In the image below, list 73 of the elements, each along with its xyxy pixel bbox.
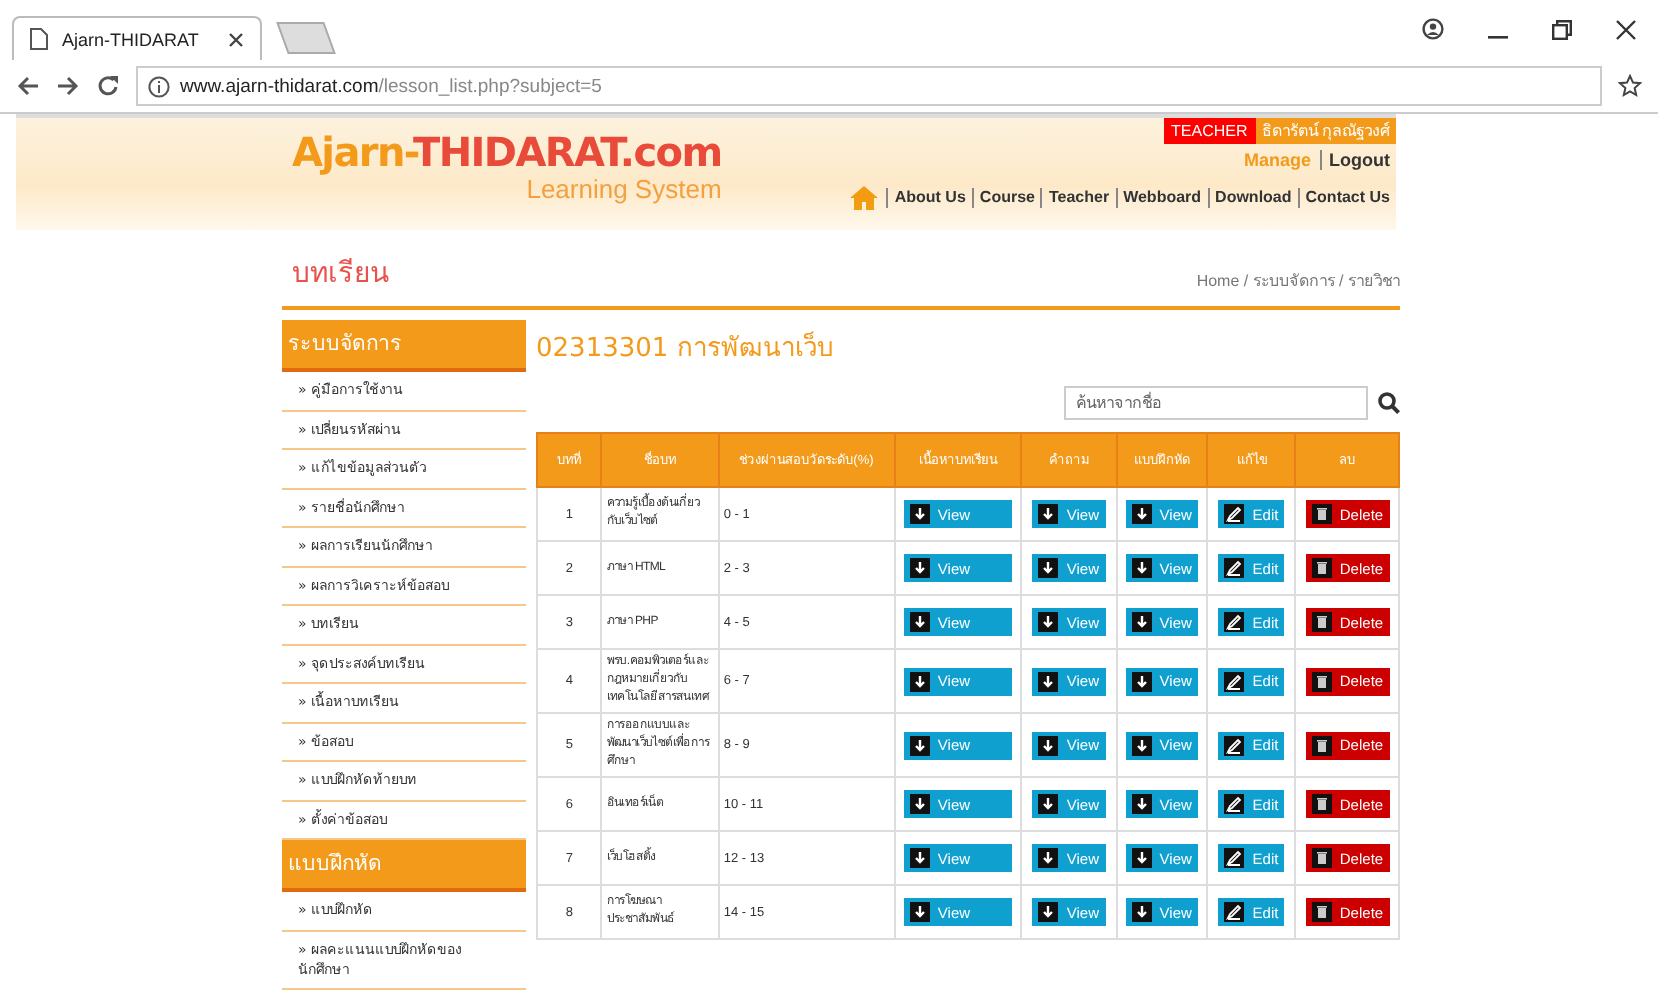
nav-link[interactable]: Course bbox=[971, 188, 1041, 208]
search-field[interactable]: ค้นหาจากชื่อ bbox=[1064, 386, 1368, 420]
trash-icon bbox=[1311, 735, 1332, 755]
download-icon bbox=[909, 902, 930, 922]
restore-icon[interactable] bbox=[1552, 20, 1572, 40]
trash-icon bbox=[1311, 671, 1332, 691]
sidebar-heading: แบบฝึกหัด bbox=[282, 840, 526, 892]
pencil-icon bbox=[1224, 558, 1245, 578]
info-icon[interactable] bbox=[148, 75, 170, 97]
trash-icon bbox=[1311, 612, 1332, 632]
site-logo[interactable]: Ajarn-THIDARAT.com bbox=[292, 130, 722, 174]
logout-link[interactable]: Logout bbox=[1319, 150, 1390, 170]
search-icon[interactable] bbox=[1378, 392, 1400, 414]
pencil-icon bbox=[1224, 902, 1245, 922]
download-icon bbox=[1131, 794, 1152, 814]
download-icon bbox=[1038, 612, 1059, 632]
download-icon bbox=[1038, 504, 1059, 524]
download-icon bbox=[909, 848, 930, 868]
download-icon bbox=[1131, 671, 1152, 691]
download-icon bbox=[1131, 902, 1152, 922]
breadcrumb: Home / ระบบจัดการ / รายวิชา bbox=[1196, 270, 1400, 294]
role-badge: TEACHER bbox=[1163, 118, 1256, 144]
download-icon bbox=[909, 612, 930, 632]
minimize-icon[interactable] bbox=[1488, 36, 1508, 40]
download-icon bbox=[1038, 848, 1059, 868]
trash-icon bbox=[1311, 794, 1332, 814]
pencil-icon bbox=[1224, 735, 1245, 755]
download-icon bbox=[909, 504, 930, 524]
download-icon bbox=[1038, 794, 1059, 814]
download-icon bbox=[1131, 848, 1152, 868]
subject-title: 02313301 การพัฒนาเว็บ bbox=[536, 329, 835, 368]
sidebar-heading: ระบบจัดการ bbox=[282, 320, 526, 372]
account-icon[interactable] bbox=[1422, 18, 1444, 40]
address-field[interactable]: www.ajarn-thidarat.com/lesson_list.php?subject=5 bbox=[136, 66, 1602, 106]
back-arrow-icon[interactable] bbox=[16, 74, 40, 98]
download-icon bbox=[1131, 504, 1152, 524]
user-name: ธิดารัตน์ กุลณัฐวงศ์ bbox=[1255, 118, 1396, 144]
download-icon bbox=[1131, 558, 1152, 578]
tab-title: Ajarn-THIDARAT bbox=[62, 29, 201, 49]
nav-link[interactable]: Contact Us bbox=[1297, 188, 1390, 208]
trash-icon bbox=[1311, 558, 1332, 578]
pencil-icon bbox=[1224, 848, 1245, 868]
forward-arrow-icon[interactable] bbox=[56, 74, 80, 98]
trash-icon bbox=[1311, 504, 1332, 524]
nav-link[interactable]: Download bbox=[1207, 188, 1298, 208]
nav-link[interactable]: About Us bbox=[886, 188, 972, 208]
reload-icon[interactable] bbox=[96, 74, 120, 98]
trash-icon bbox=[1311, 902, 1332, 922]
download-icon bbox=[909, 735, 930, 755]
trash-icon bbox=[1311, 848, 1332, 868]
nav-link[interactable]: Webboard bbox=[1115, 188, 1208, 208]
download-icon bbox=[1038, 671, 1059, 691]
download-icon bbox=[1038, 735, 1059, 755]
download-icon bbox=[1038, 902, 1059, 922]
nav-link[interactable]: Teacher bbox=[1040, 188, 1116, 208]
pencil-icon bbox=[1224, 794, 1245, 814]
close-tab-icon[interactable] bbox=[228, 31, 244, 47]
pencil-icon bbox=[1224, 612, 1245, 632]
download-icon bbox=[1131, 612, 1152, 632]
page-title: บทเรียน bbox=[292, 256, 390, 294]
download-icon bbox=[1131, 735, 1152, 755]
download-icon bbox=[1038, 558, 1059, 578]
page-icon bbox=[30, 28, 48, 50]
close-icon[interactable] bbox=[1616, 20, 1636, 40]
logo-tagline: Learning System bbox=[524, 174, 722, 204]
pencil-icon bbox=[1224, 504, 1245, 524]
bookmark-star-icon[interactable] bbox=[1618, 74, 1642, 98]
download-icon bbox=[909, 671, 930, 691]
manage-link[interactable]: Manage bbox=[1243, 150, 1311, 170]
pencil-icon bbox=[1224, 671, 1245, 691]
download-icon bbox=[909, 794, 930, 814]
browser-tab[interactable]: Ajarn-THIDARAT bbox=[12, 16, 262, 60]
download-icon bbox=[909, 558, 930, 578]
